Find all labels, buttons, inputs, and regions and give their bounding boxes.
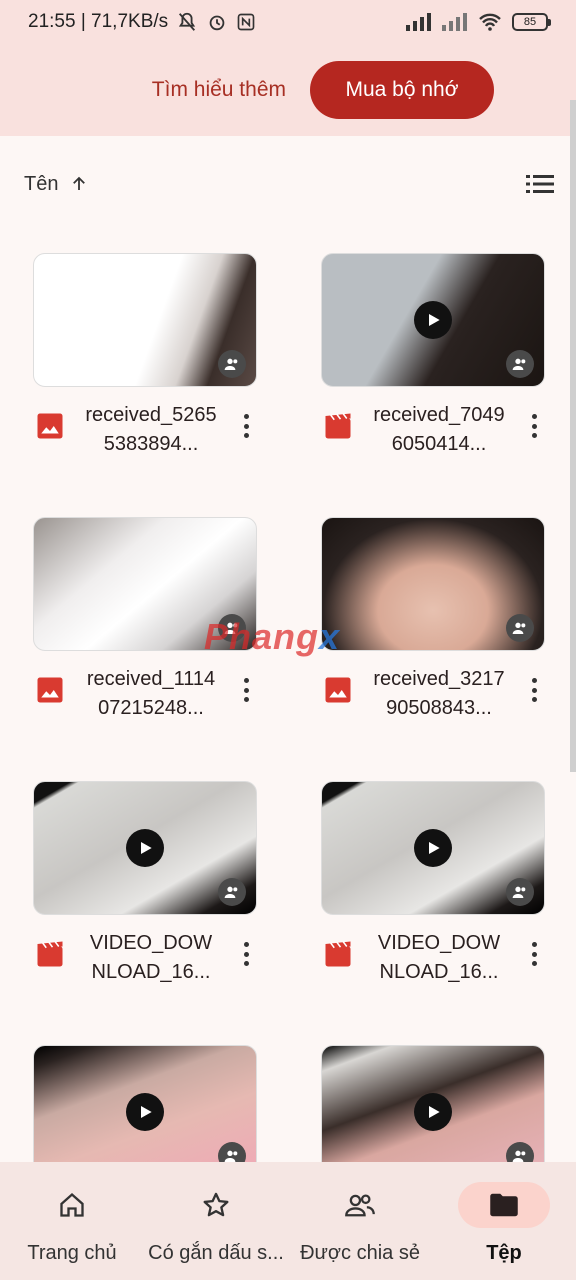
nfc-icon [237, 13, 255, 31]
buy-storage-button[interactable]: Mua bộ nhớ [310, 61, 494, 119]
signal-icon-2 [442, 13, 467, 31]
list-view-icon[interactable] [526, 174, 554, 194]
file-name: VIDEO_DOWNLOAD_16... [89, 932, 213, 983]
nav-label: Trang chủ [27, 1242, 117, 1264]
sort-label: Tên [24, 172, 59, 195]
folder-icon [490, 1193, 518, 1217]
people-icon [345, 1194, 375, 1217]
file-card[interactable]: VIDEO_DOWNLOAD_16... [33, 781, 257, 1003]
file-thumbnail[interactable] [321, 1045, 545, 1179]
file-card[interactable]: received_52655383894... [33, 253, 257, 475]
shared-icon [218, 878, 246, 906]
battery-icon: 85 [512, 13, 551, 31]
play-icon [126, 1093, 164, 1131]
file-meta: received_321790508843... [321, 661, 545, 739]
nav-icon-wrap [170, 1182, 262, 1228]
file-thumbnail[interactable] [33, 253, 257, 387]
image-file-icon [325, 677, 351, 703]
nav-label: Có gắn dấu s... [148, 1242, 284, 1264]
video-file-icon [37, 941, 63, 967]
image-file-icon [37, 413, 63, 439]
watermark-text: Phang [204, 616, 320, 657]
watermark-logo: Phangx [204, 616, 340, 658]
image-file-icon [37, 677, 63, 703]
file-name: received_70496050414... [373, 404, 505, 455]
shared-icon [506, 350, 534, 378]
video-file-icon [325, 941, 351, 967]
home-icon [60, 1192, 84, 1217]
sort-control[interactable]: Tên [24, 173, 88, 196]
play-icon [414, 1093, 452, 1131]
more-options-icon[interactable] [239, 411, 253, 441]
more-options-icon[interactable] [527, 411, 541, 441]
nav-item-files[interactable]: Tệp [432, 1162, 576, 1280]
more-options-icon[interactable] [239, 939, 253, 969]
shared-icon [218, 350, 246, 378]
file-meta: received_70496050414... [321, 397, 545, 475]
video-file-icon [325, 413, 351, 439]
file-name: received_321790508843... [373, 668, 505, 719]
sort-row: Tên [24, 166, 554, 202]
file-card[interactable] [321, 1045, 545, 1179]
file-card[interactable] [33, 1045, 257, 1179]
file-card[interactable]: received_70496050414... [321, 253, 545, 475]
file-meta: received_111407215248... [33, 661, 257, 739]
file-name: VIDEO_DOWNLOAD_16... [377, 932, 501, 983]
more-options-icon[interactable] [527, 939, 541, 969]
status-right: 85 [406, 13, 551, 31]
learn-more-link[interactable]: Tìm hiểu thêm [152, 78, 286, 102]
scrollbar[interactable] [570, 100, 576, 772]
file-card[interactable]: received_321790508843... [321, 517, 545, 739]
play-icon [414, 829, 452, 867]
watermark-accent: x [319, 616, 341, 657]
nav-item-home[interactable]: Trang chủ [0, 1162, 144, 1280]
alarm-icon [209, 15, 225, 31]
more-options-icon[interactable] [239, 675, 253, 705]
play-icon [126, 829, 164, 867]
status-bar: 21:55 | 71,7KB/s 85 [0, 0, 576, 44]
shared-icon [506, 878, 534, 906]
file-thumbnail[interactable] [33, 1045, 257, 1179]
mute-icon [179, 12, 196, 31]
status-left: 21:55 | 71,7KB/s [28, 11, 256, 33]
nav-label: Tệp [486, 1242, 522, 1264]
storage-banner: Tìm hiểu thêm Mua bộ nhớ [0, 44, 576, 136]
nav-item-starred[interactable]: Có gắn dấu s... [144, 1162, 288, 1280]
nav-label: Được chia sẻ [300, 1242, 420, 1264]
signal-icon [406, 13, 431, 31]
file-meta: received_52655383894... [33, 397, 257, 475]
nav-icon-wrap [458, 1182, 550, 1228]
file-thumbnail[interactable] [321, 781, 545, 915]
file-name: received_52655383894... [85, 404, 217, 455]
play-icon [414, 301, 452, 339]
arrow-up-icon [73, 176, 86, 190]
file-thumbnail[interactable] [33, 781, 257, 915]
bottom-nav: Trang chủ Có gắn dấu s... Được chia sẻ T… [0, 1162, 576, 1280]
star-icon [203, 1192, 229, 1217]
file-meta: VIDEO_DOWNLOAD_16... [321, 925, 545, 1003]
file-meta: VIDEO_DOWNLOAD_16... [33, 925, 257, 1003]
wifi-icon [479, 13, 501, 31]
nav-icon-wrap [314, 1182, 406, 1228]
status-time-speed: 21:55 | 71,7KB/s [28, 11, 169, 32]
battery-level: 85 [523, 16, 537, 28]
more-options-icon[interactable] [527, 675, 541, 705]
file-card[interactable]: VIDEO_DOWNLOAD_16... [321, 781, 545, 1003]
nav-item-shared[interactable]: Được chia sẻ [288, 1162, 432, 1280]
nav-icon-wrap [26, 1182, 118, 1228]
file-name: received_111407215248... [86, 668, 216, 719]
file-thumbnail[interactable] [321, 253, 545, 387]
file-thumbnail[interactable] [321, 517, 545, 651]
shared-icon [506, 614, 534, 642]
